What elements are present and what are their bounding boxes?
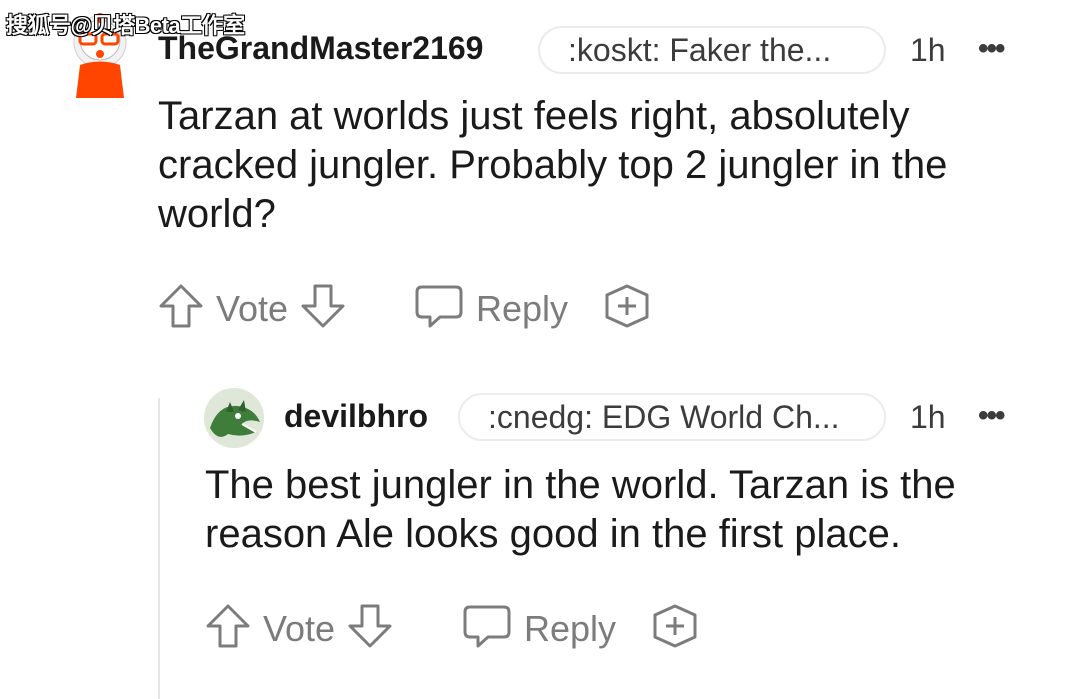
comment-line: world? [158,192,276,236]
timestamp: 1h [910,399,946,435]
reply-button[interactable]: Reply [414,283,568,334]
thread-line[interactable] [158,398,160,699]
award-plus-icon [650,603,700,654]
upvote-icon[interactable] [205,603,251,654]
watermark: 搜狐号@贝塔Beta工作室 [6,13,245,38]
comment-body: The best jungler in the world. Tarzan is… [205,461,956,559]
username[interactable]: devilbhro [284,398,428,435]
vote-label: Vote [216,287,289,329]
comment-line: The best jungler in the world. Tarzan is… [205,463,956,507]
vote-group: Vote [205,603,393,654]
reply-button[interactable]: Reply [462,603,616,654]
timestamp: 1h [910,32,946,68]
comment-line: Tarzan at worlds just feels right, absol… [158,94,910,138]
comment-line: reason Ale looks good in the first place… [205,512,901,556]
more-options-button[interactable]: ••• [978,399,1005,433]
reply-label: Reply [524,607,617,649]
more-options-button[interactable]: ••• [978,32,1005,66]
dragon-avatar-icon [204,388,264,448]
downvote-icon[interactable] [347,603,393,654]
vote-group: Vote [158,283,346,334]
comment-body: Tarzan at worlds just feels right, absol… [158,92,947,239]
comment-line: cracked jungler. Probably top 2 jungler … [158,143,948,187]
award-button[interactable] [650,603,700,654]
vote-label: Vote [263,607,336,649]
downvote-icon[interactable] [300,283,346,334]
user-flair: :cnedg: EDG World Ch... [458,393,886,441]
award-button[interactable] [602,283,652,334]
comment-bubble-icon [414,283,464,334]
award-plus-icon [602,283,652,334]
upvote-icon[interactable] [158,283,204,334]
user-flair: :koskt: Faker the... [538,26,886,74]
reply-label: Reply [476,287,569,329]
comment-bubble-icon [462,603,512,654]
avatar[interactable] [204,388,264,448]
